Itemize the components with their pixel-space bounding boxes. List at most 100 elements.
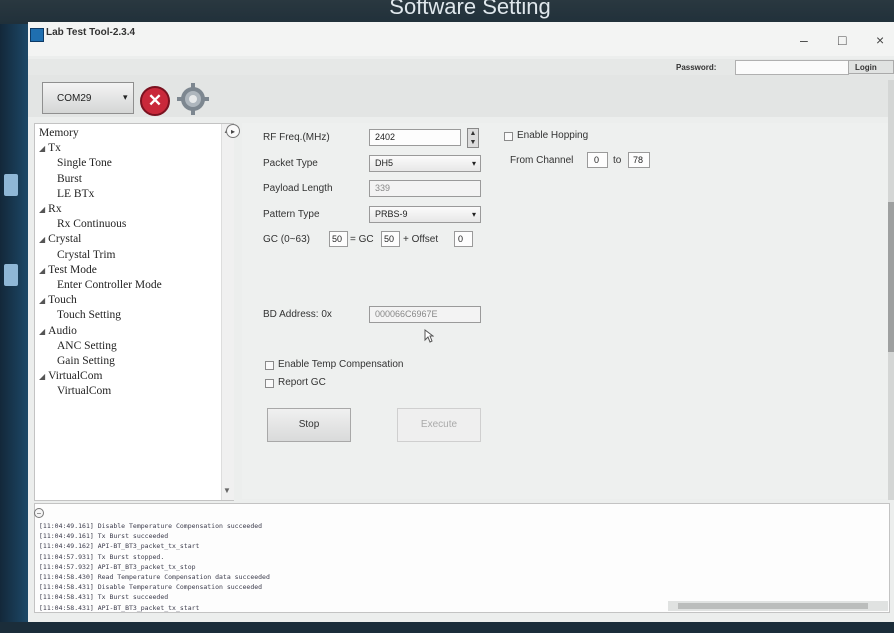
log-line: [11:04:57.931] Tx Burst stopped.	[39, 552, 165, 561]
tree-item-label: Single Tone	[57, 157, 112, 170]
expand-triangle-icon[interactable]: ◢	[39, 144, 45, 153]
app-icon	[30, 28, 44, 42]
payload-length-label: Payload Length	[263, 183, 333, 194]
tree-scrollbar[interactable]	[221, 124, 234, 500]
to-channel-input[interactable]: 78	[628, 152, 650, 168]
pattern-type-select[interactable]: PRBS-9 ▾	[369, 206, 481, 223]
password-label: Password:	[676, 63, 717, 72]
tree-item-label: Tx	[48, 142, 61, 155]
vertical-scroll-thumb[interactable]	[888, 202, 894, 352]
bd-address-input[interactable]: 000066C6967E	[369, 306, 481, 323]
tree-item-label: Touch	[48, 294, 77, 307]
maximize-button[interactable]: □	[838, 32, 846, 48]
enable-temp-comp-checkbox[interactable]	[265, 361, 274, 370]
log-line: [11:04:58.431] API-BT_BT3_packet_tx_star…	[39, 603, 200, 612]
tree-group[interactable]: ◢ Tx	[39, 142, 61, 154]
tree-item-label: Burst	[57, 172, 82, 185]
com-port-select[interactable]: COM29 ▾	[42, 82, 134, 114]
tree-group[interactable]: Memory	[39, 127, 79, 139]
tree-item[interactable]: Touch Setting	[57, 309, 121, 321]
payload-length-input[interactable]: 339	[369, 180, 481, 197]
offset-label: + Offset	[403, 234, 439, 245]
disconnect-icon[interactable]: ✕	[140, 86, 170, 116]
tree-group[interactable]: ◢ Audio	[39, 325, 77, 337]
report-gc-checkbox[interactable]	[265, 379, 274, 388]
chevron-down-icon: ▾	[123, 92, 128, 102]
password-input[interactable]	[735, 60, 849, 75]
horizontal-scroll-thumb[interactable]	[678, 603, 868, 609]
rf-freq-label: RF Freq.(MHz)	[263, 132, 330, 143]
log-line: [11:04:57.932] API-BT_BT3_packet_tx_stop	[39, 562, 196, 571]
tree-item-label: Touch Setting	[57, 309, 122, 322]
chevron-down-icon: ▾	[471, 159, 476, 168]
title-bar: Lab Test Tool-2.3.4 – □ ×	[28, 22, 894, 56]
tree-item-label: ANC Setting	[57, 339, 117, 352]
function-tree: Memory ◢ Tx Single Tone Burst LE BTx ◢ Rx Rx Con…	[34, 123, 234, 501]
expand-triangle-icon[interactable]: ◢	[39, 296, 45, 305]
expand-triangle-icon[interactable]: ◢	[39, 327, 45, 336]
tree-item[interactable]: Enter Controller Mode	[57, 279, 162, 291]
expand-triangle-icon[interactable]: ◢	[39, 372, 45, 381]
app-window: Lab Test Tool-2.3.4 – □ × Password: Logi…	[28, 22, 894, 622]
tree-item[interactable]: Gain Setting	[57, 355, 115, 367]
tree-group[interactable]: ◢ Test Mode	[39, 264, 97, 276]
rf-freq-input[interactable]: 2402	[369, 129, 461, 146]
log-line: [11:04:49.162] API-BT_BT3_packet_tx_star…	[39, 542, 200, 551]
rf-freq-spinner[interactable]: ▲ ▼	[467, 128, 479, 148]
scroll-down-icon[interactable]: ▼	[223, 486, 231, 495]
gear-icon[interactable]	[174, 82, 212, 116]
gc-base-input[interactable]: 50	[381, 231, 400, 247]
minimize-button[interactable]: –	[800, 32, 808, 48]
tree-item-label: Memory	[39, 127, 79, 139]
tree-item-label: Test Mode	[48, 263, 97, 276]
mouse-cursor-icon	[424, 329, 434, 343]
tree-item-label: Crystal	[48, 233, 82, 246]
tree-item[interactable]: VirtualCom	[57, 385, 111, 397]
desktop-icon	[4, 264, 18, 286]
close-button[interactable]: ×	[876, 32, 884, 48]
chevron-down-icon: ▾	[471, 210, 476, 219]
enable-hopping-checkbox[interactable]	[504, 132, 513, 141]
log-line: [11:04:58.431] Tx Burst succeeded	[39, 593, 169, 602]
packet-type-value: DH5	[375, 158, 394, 168]
execute-button[interactable]: Execute	[397, 408, 481, 442]
bd-address-label: BD Address: 0x	[263, 309, 332, 320]
tree-group[interactable]: ◢ VirtualCom	[39, 370, 102, 382]
login-button[interactable]: Login	[848, 60, 894, 74]
desktop-edge	[0, 24, 30, 633]
collapse-panel-button[interactable]: ▸	[226, 124, 240, 138]
log-panel: [11:04:49.161] Disable Temperature Compe…	[34, 503, 890, 613]
window-title: Lab Test Tool-2.3.4	[46, 27, 136, 38]
gc-input[interactable]: 50	[329, 231, 348, 247]
packet-type-select[interactable]: DH5 ▾	[369, 155, 481, 172]
tree-item[interactable]: LE BTx	[57, 188, 94, 200]
tree-group[interactable]: ◢ Touch	[39, 294, 77, 306]
pattern-type-value: PRBS-9	[375, 209, 408, 219]
tree-item[interactable]: Crystal Trim	[57, 249, 115, 261]
tree-item-label: Enter Controller Mode	[57, 279, 162, 291]
taskbar-edge	[0, 622, 894, 633]
expand-triangle-icon[interactable]: ◢	[39, 266, 45, 275]
tree-group[interactable]: ◢ Rx	[39, 203, 62, 215]
log-line: [11:04:49.161] Tx Burst succeeded	[39, 532, 169, 541]
tree-item[interactable]: Rx Continuous	[57, 218, 126, 230]
expand-triangle-icon[interactable]: ◢	[39, 235, 45, 244]
tree-item[interactable]: Burst	[57, 173, 82, 185]
pattern-type-label: Pattern Type	[263, 209, 320, 220]
log-collapse-button[interactable]: –	[34, 508, 44, 518]
tree-item-label: VirtualCom	[48, 370, 103, 383]
com-port-value: COM29	[57, 93, 92, 104]
offset-input[interactable]: 0	[454, 231, 473, 247]
main-panel: RF Freq.(MHz) 2402 ▲ ▼ Packet Type DH5 ▾ P…	[242, 123, 888, 499]
stop-button[interactable]: Stop	[267, 408, 351, 442]
tree-item[interactable]: ANC Setting	[57, 340, 117, 352]
expand-triangle-icon[interactable]: ◢	[39, 205, 45, 214]
enable-temp-comp-label: Enable Temp Compensation	[278, 359, 404, 370]
report-gc-label: Report GC	[278, 377, 326, 388]
tree-item-label: Audio	[48, 324, 77, 337]
tree-item-label: VirtualCom	[57, 385, 112, 398]
from-channel-input[interactable]: 0	[587, 152, 608, 168]
log-line: [11:04:58.431] Disable Temperature Compe…	[39, 583, 263, 592]
tree-item[interactable]: Single Tone	[57, 157, 112, 169]
tree-group[interactable]: ◢ Crystal	[39, 233, 81, 245]
